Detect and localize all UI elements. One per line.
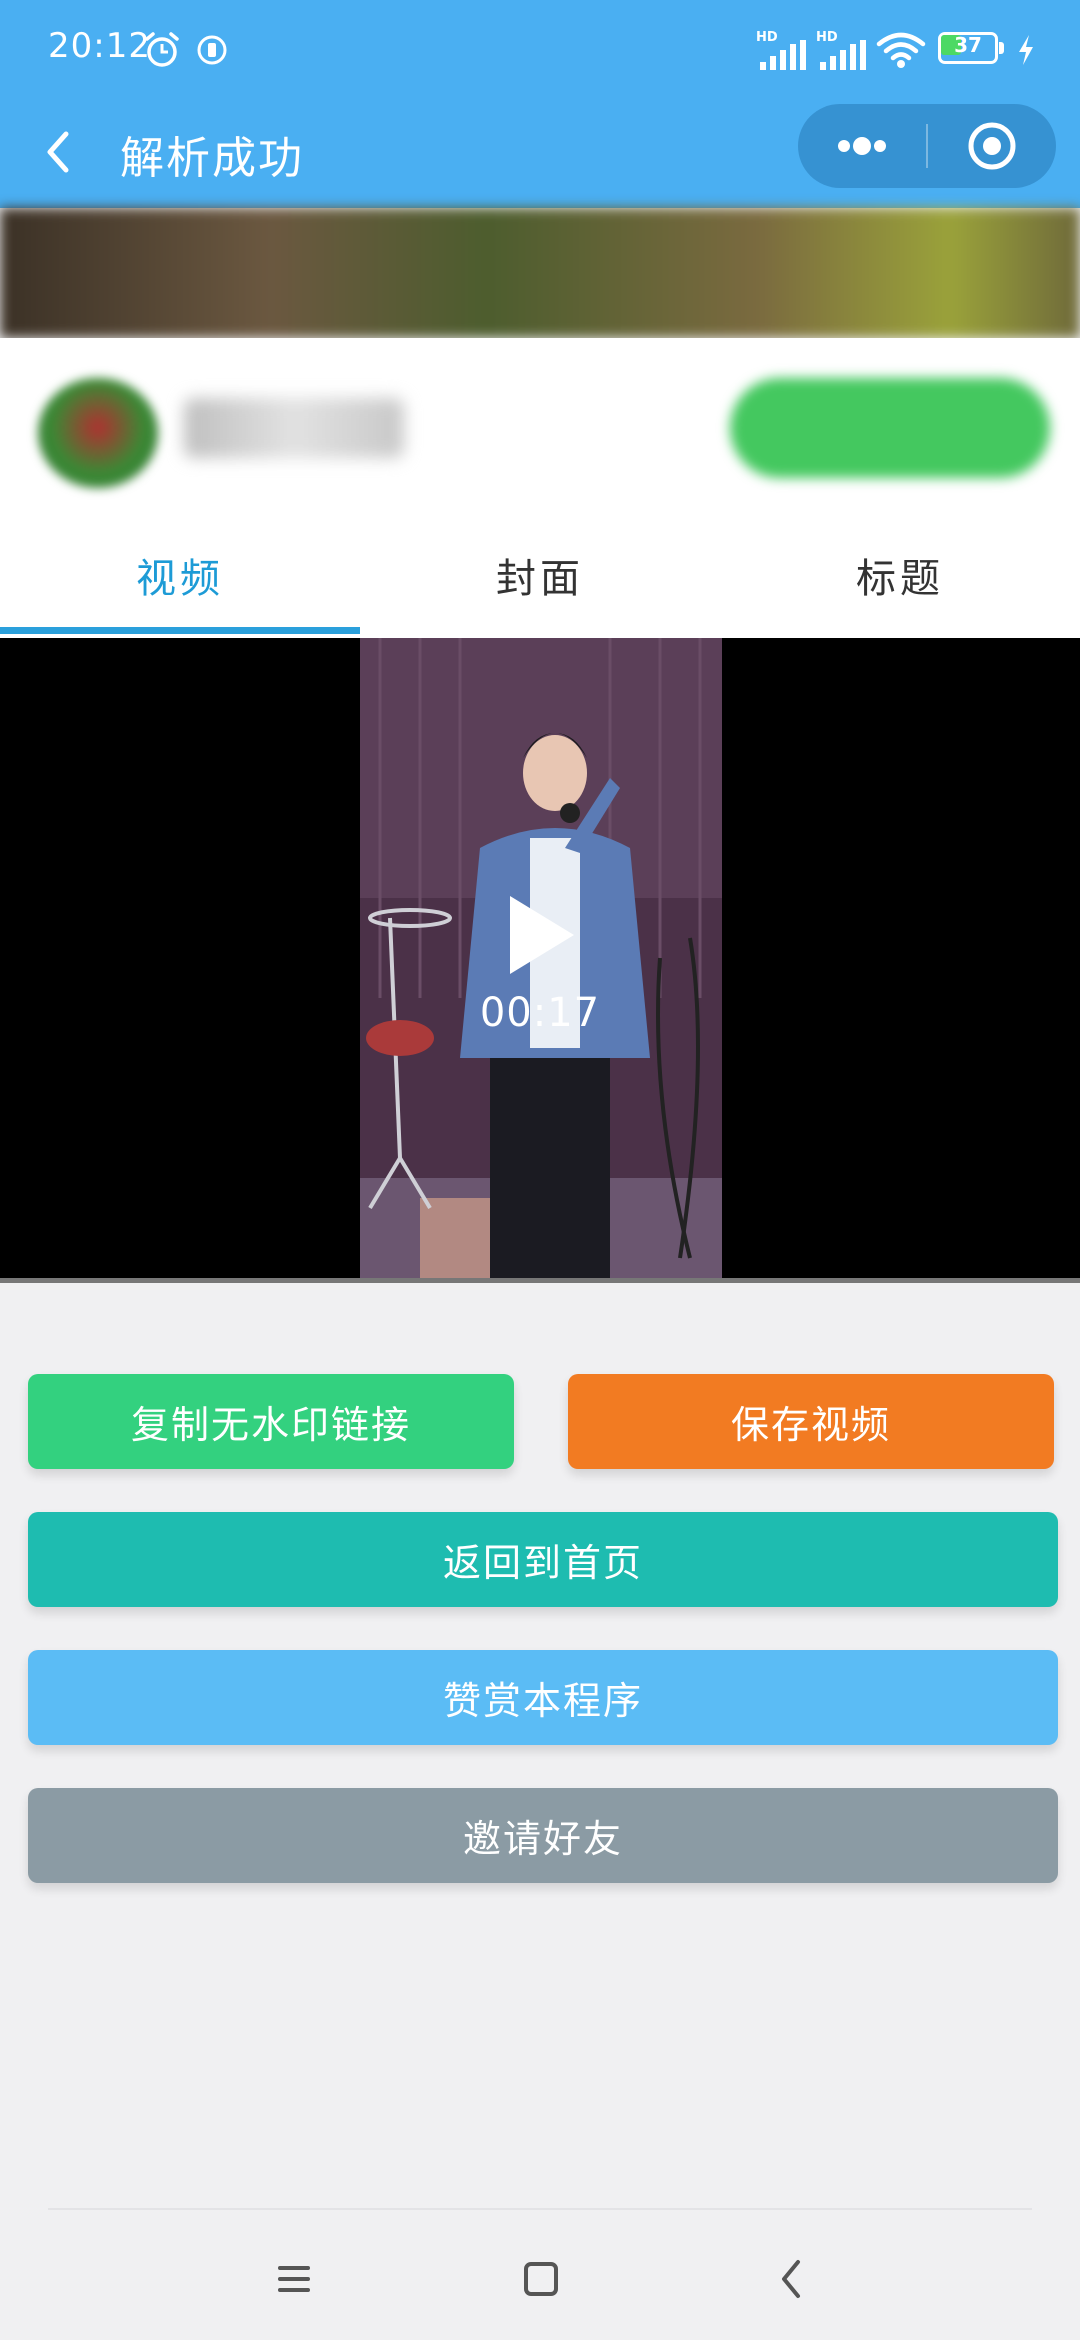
author-row <box>0 338 1080 518</box>
close-target-icon <box>968 122 1016 170</box>
home-square-icon[interactable] <box>510 2254 570 2304</box>
tab-title[interactable]: 标题 <box>720 518 1080 638</box>
save-video-button[interactable]: 保存视频 <box>568 1374 1054 1469</box>
back-home-button[interactable]: 返回到首页 <box>28 1512 1058 1607</box>
video-progress-line <box>0 1278 1080 1283</box>
tab-cover[interactable]: 封面 <box>360 518 720 638</box>
battery-level: 37 <box>954 33 982 57</box>
page-title: 解析成功 <box>120 133 304 184</box>
tab-video[interactable]: 视频 <box>0 518 360 638</box>
charging-icon <box>1019 35 1033 65</box>
invite-friends-button[interactable]: 邀请好友 <box>28 1788 1058 1883</box>
menu-icon[interactable] <box>264 2254 324 2304</box>
play-icon[interactable] <box>500 890 580 980</box>
tab-bar: 视频 封面 标题 <box>0 518 1080 638</box>
alarm-icon <box>145 32 179 67</box>
system-nav-bar <box>0 2210 1080 2340</box>
miniprogram-capsule <box>798 104 1056 188</box>
status-time: 20:12 <box>48 26 151 66</box>
back-icon[interactable] <box>36 122 86 182</box>
signal-2-icon: HD <box>816 30 870 70</box>
nav-bar: 解析成功 <box>0 100 1080 208</box>
more-menu-button[interactable] <box>798 104 926 188</box>
more-dots-icon <box>838 137 886 155</box>
follow-button-blurred[interactable] <box>730 378 1050 478</box>
vpn-key-icon <box>197 35 227 65</box>
blurred-banner <box>0 208 1080 338</box>
avatar <box>38 378 158 488</box>
back-chevron-icon[interactable] <box>762 2254 822 2304</box>
video-player[interactable]: 00:17 <box>0 638 1080 1280</box>
battery-icon: 37 <box>938 32 1004 66</box>
reward-button[interactable]: 赞赏本程序 <box>28 1650 1058 1745</box>
wifi-icon <box>876 32 926 68</box>
author-name-blurred <box>184 398 404 458</box>
video-duration: 00:17 <box>479 990 601 1036</box>
close-miniprogram-button[interactable] <box>928 104 1056 188</box>
signal-1-icon: HD <box>756 30 810 70</box>
copy-link-button[interactable]: 复制无水印链接 <box>28 1374 514 1469</box>
status-bar: 20:12 HD HD 37 <box>0 0 1080 100</box>
